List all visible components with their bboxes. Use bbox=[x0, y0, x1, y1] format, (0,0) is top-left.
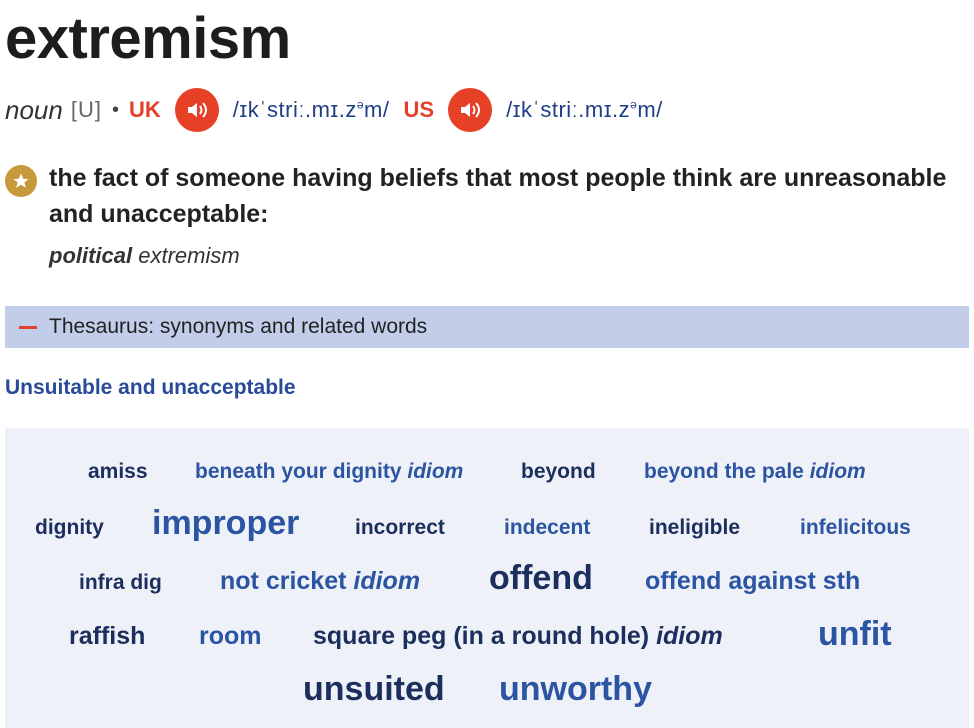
word-text: beyond the pale bbox=[644, 460, 804, 483]
uk-label: UK bbox=[128, 97, 161, 122]
word-text: dignity bbox=[35, 516, 104, 539]
example-bold: political bbox=[49, 243, 133, 268]
grammar-code: [U] bbox=[70, 97, 102, 122]
word-text: room bbox=[199, 622, 262, 650]
word-link-room[interactable]: room bbox=[199, 624, 262, 649]
word-text: amiss bbox=[88, 460, 148, 483]
word-link-beneath-your-dignity[interactable]: beneath your dignity idiom bbox=[195, 461, 463, 482]
word-link-square-peg[interactable]: square peg (in a round hole) idiom bbox=[313, 624, 723, 649]
word-link-unfit[interactable]: unfit bbox=[818, 617, 892, 651]
word-link-improper[interactable]: improper bbox=[152, 506, 299, 540]
star-icon bbox=[5, 165, 37, 197]
uk-ipa: /ɪkˈstriː.mɪ.zəm/ bbox=[232, 97, 390, 122]
word-cloud: amiss beneath your dignity idiom beyond … bbox=[5, 428, 969, 728]
word-link-indecent[interactable]: indecent bbox=[504, 517, 590, 538]
headword: extremism bbox=[5, 6, 291, 71]
word-text: incorrect bbox=[355, 516, 445, 539]
word-text: offend bbox=[489, 559, 593, 597]
word-link-raffish[interactable]: raffish bbox=[69, 624, 145, 649]
word-link-incorrect[interactable]: incorrect bbox=[355, 517, 445, 538]
speaker-icon bbox=[461, 102, 481, 118]
idiom-tag: idiom bbox=[407, 460, 464, 483]
word-link-amiss[interactable]: amiss bbox=[88, 461, 148, 482]
word-link-unworthy[interactable]: unworthy bbox=[499, 672, 652, 706]
minus-icon bbox=[19, 325, 37, 329]
word-text: beyond bbox=[521, 460, 596, 483]
thesaurus-heading-link[interactable]: Unsuitable and unacceptable bbox=[5, 376, 296, 400]
word-link-infra-dig[interactable]: infra dig bbox=[79, 572, 162, 593]
word-link-dignity[interactable]: dignity bbox=[35, 517, 104, 538]
word-text: improper bbox=[152, 504, 300, 542]
idiom-tag: idiom bbox=[656, 622, 723, 650]
word-text: indecent bbox=[504, 516, 591, 539]
us-label: US bbox=[403, 97, 435, 122]
separator: • bbox=[111, 98, 119, 121]
word-text: raffish bbox=[69, 622, 146, 650]
speaker-icon bbox=[187, 102, 207, 118]
word-text: square peg (in a round hole) bbox=[313, 622, 650, 650]
word-text: unworthy bbox=[499, 670, 652, 708]
us-ipa: /ɪkˈstriː.mɪ.zəm/ bbox=[506, 97, 663, 122]
word-link-beyond-the-pale[interactable]: beyond the pale idiom bbox=[644, 461, 866, 482]
part-of-speech: noun bbox=[5, 94, 63, 125]
word-text: infra dig bbox=[79, 571, 162, 594]
word-link-offend-against-sth[interactable]: offend against sth bbox=[645, 569, 860, 594]
example-sentence: political extremism bbox=[49, 243, 240, 269]
thesaurus-toggle[interactable]: Thesaurus: synonyms and related words bbox=[5, 306, 969, 348]
word-text: offend against sth bbox=[645, 567, 861, 595]
word-text: ineligible bbox=[649, 516, 741, 539]
idiom-tag: idiom bbox=[353, 567, 421, 595]
pronunciation-line: noun [U] • UK /ɪkˈstriː.mɪ.zəm/ US /ɪkˈs… bbox=[5, 88, 677, 132]
us-audio-button[interactable] bbox=[448, 88, 493, 132]
idiom-tag: idiom bbox=[809, 460, 866, 483]
word-text: not cricket bbox=[220, 567, 347, 595]
word-text: unfit bbox=[818, 615, 892, 653]
word-text: beneath your dignity bbox=[195, 460, 402, 483]
example-rest: extremism bbox=[132, 243, 240, 268]
uk-audio-button[interactable] bbox=[174, 88, 219, 132]
word-link-offend[interactable]: offend bbox=[489, 561, 593, 595]
thesaurus-label: Thesaurus: synonyms and related words bbox=[49, 315, 428, 338]
word-text: unsuited bbox=[303, 670, 445, 708]
word-link-infelicitous[interactable]: infelicitous bbox=[800, 517, 911, 538]
word-link-unsuited[interactable]: unsuited bbox=[303, 672, 445, 706]
word-link-not-cricket[interactable]: not cricket idiom bbox=[220, 569, 420, 594]
word-link-beyond[interactable]: beyond bbox=[521, 461, 596, 482]
word-link-ineligible[interactable]: ineligible bbox=[649, 517, 740, 538]
definition-text: the fact of someone having beliefs that … bbox=[49, 164, 947, 228]
word-text: infelicitous bbox=[800, 516, 911, 539]
